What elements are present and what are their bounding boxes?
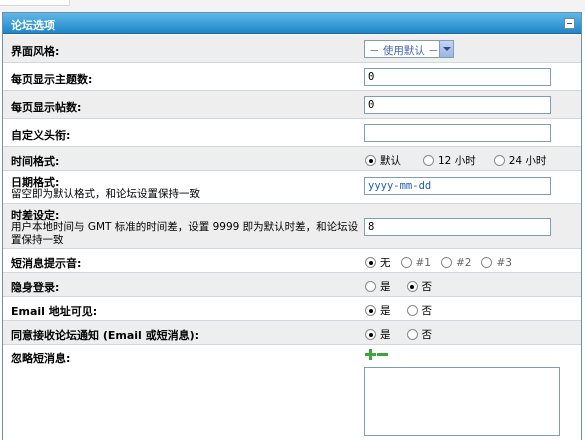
- radio-button[interactable]: [365, 281, 376, 292]
- plus-icon[interactable]: [365, 349, 376, 360]
- invisible-option-label: 是: [380, 281, 391, 293]
- row-timezone: 时差设定: 用户本地时间与 GMT 标准的时间差，设置 9999 即为默认时差，…: [3, 204, 581, 249]
- row-style: 界面风格: － 使用默认 －: [3, 35, 581, 63]
- radio-button[interactable]: [406, 281, 418, 292]
- invisible-option-no[interactable]: 否: [406, 279, 433, 294]
- collapse-minus-icon[interactable]: [564, 18, 575, 29]
- chevron-down-icon[interactable]: [439, 41, 453, 57]
- date-format-description: 留空即为默认格式，和论坛设置保持一致: [11, 188, 200, 200]
- pm-sound-radio-group: 无 #1 #2 #3: [365, 255, 526, 270]
- time-format-option-label: 24 小时: [508, 155, 547, 167]
- posts-per-page-input[interactable]: 0: [364, 96, 551, 114]
- radio-button[interactable]: [406, 305, 418, 316]
- radio-button[interactable]: [365, 155, 376, 166]
- row-topics-per-page: 每页显示主题数: 0: [3, 63, 581, 91]
- row-time-format: 时间格式: 默认 12 小时 24 小时: [3, 147, 581, 171]
- add-remove-controls: [365, 349, 388, 360]
- pm-sound-option-label: #2: [455, 256, 472, 269]
- notify-option-yes[interactable]: 是: [365, 327, 391, 342]
- topics-per-page-input[interactable]: 0: [364, 68, 551, 86]
- time-format-option-24h[interactable]: 24 小时: [493, 153, 547, 168]
- tab-notch: [0, 0, 70, 6]
- radio-button[interactable]: [365, 257, 376, 268]
- posts-per-page-label: 每页显示帖数:: [11, 101, 82, 114]
- invisible-option-yes[interactable]: 是: [365, 279, 391, 294]
- time-format-option-12h[interactable]: 12 小时: [423, 153, 476, 168]
- invisible-radio-group: 是 否: [365, 279, 446, 294]
- invisible-label: 隐身登录:: [11, 281, 60, 294]
- email-visible-label: Email 地址可见:: [11, 305, 98, 318]
- radio-button[interactable]: [365, 329, 376, 340]
- top-strip: [0, 0, 585, 12]
- radio-button[interactable]: [440, 257, 452, 268]
- radio-button[interactable]: [423, 155, 434, 166]
- row-pm-sound: 短消息提示音: 无 #1 #2 #3: [3, 249, 581, 273]
- email-visible-option-yes[interactable]: 是: [365, 303, 391, 318]
- panel-header: 论坛选项: [3, 13, 581, 34]
- pm-sound-option-1[interactable]: #1: [400, 256, 431, 269]
- radio-button[interactable]: [493, 155, 505, 166]
- row-posts-per-page: 每页显示帖数: 0: [3, 91, 581, 119]
- pm-sound-option-label: #1: [415, 256, 431, 269]
- custom-title-label: 自定义头衔:: [11, 129, 71, 142]
- email-visible-option-label: 否: [421, 305, 433, 317]
- style-select[interactable]: － 使用默认 －: [364, 40, 454, 58]
- notify-option-no[interactable]: 否: [406, 327, 433, 342]
- timezone-input[interactable]: 8: [364, 218, 551, 236]
- time-format-radio-group: 默认 12 小时 24 小时: [365, 153, 560, 168]
- notify-option-label: 是: [380, 329, 391, 341]
- topics-per-page-label: 每页显示主题数:: [11, 73, 93, 86]
- style-select-value: － 使用默认 －: [369, 45, 439, 57]
- email-visible-radio-group: 是 否: [365, 303, 446, 318]
- style-label: 界面风格:: [11, 45, 60, 58]
- time-format-label: 时间格式:: [11, 155, 60, 168]
- pm-sound-option-label: 无: [380, 257, 391, 269]
- minus-icon[interactable]: [377, 349, 388, 360]
- email-visible-option-no[interactable]: 否: [406, 303, 433, 318]
- radio-button[interactable]: [406, 329, 418, 340]
- panel-title: 论坛选项: [11, 19, 55, 32]
- timezone-description-line2: 置保持一致: [11, 234, 64, 246]
- row-date-format: 日期格式: 留空即为默认格式，和论坛设置保持一致 yyyy-mm-dd: [3, 171, 581, 204]
- pm-sound-option-none[interactable]: 无: [365, 255, 391, 270]
- time-format-option-label: 12 小时: [438, 155, 476, 167]
- invisible-option-label: 否: [421, 281, 433, 293]
- date-format-input[interactable]: yyyy-mm-dd: [364, 177, 551, 195]
- ignore-pm-textarea[interactable]: [364, 367, 560, 436]
- pm-sound-option-2[interactable]: #2: [440, 256, 472, 269]
- row-ignore-pm: 忽略短消息:: [3, 345, 581, 440]
- notify-label: 同意接收论坛通知 (Email 或短消息):: [11, 329, 200, 342]
- row-notify: 同意接收论坛通知 (Email 或短消息): 是 否: [3, 321, 581, 345]
- custom-title-input[interactable]: [364, 124, 551, 142]
- pm-sound-option-3[interactable]: #3: [481, 256, 512, 269]
- pm-sound-label: 短消息提示音:: [11, 257, 82, 270]
- time-format-option-default[interactable]: 默认: [365, 153, 401, 168]
- email-visible-option-label: 是: [380, 305, 391, 317]
- row-custom-title: 自定义头衔:: [3, 119, 581, 147]
- notify-radio-group: 是 否: [365, 327, 446, 342]
- forum-options-panel: 论坛选项 界面风格: － 使用默认 － 每页显示主题数: 0 每页显示帖数: 0…: [2, 12, 582, 440]
- pm-sound-option-label: #3: [496, 256, 512, 269]
- row-email-visible: Email 地址可见: 是 否: [3, 297, 581, 321]
- time-format-option-label: 默认: [380, 155, 401, 167]
- radio-button[interactable]: [365, 305, 376, 316]
- radio-button[interactable]: [400, 257, 412, 268]
- timezone-description-line1: 用户本地时间与 GMT 标准的时间差，设置 9999 即为默认时差，和论坛设: [11, 221, 359, 233]
- notify-option-label: 否: [421, 329, 433, 341]
- radio-button[interactable]: [481, 257, 493, 268]
- row-invisible: 隐身登录: 是 否: [3, 273, 581, 297]
- ignore-pm-label: 忽略短消息:: [11, 352, 71, 365]
